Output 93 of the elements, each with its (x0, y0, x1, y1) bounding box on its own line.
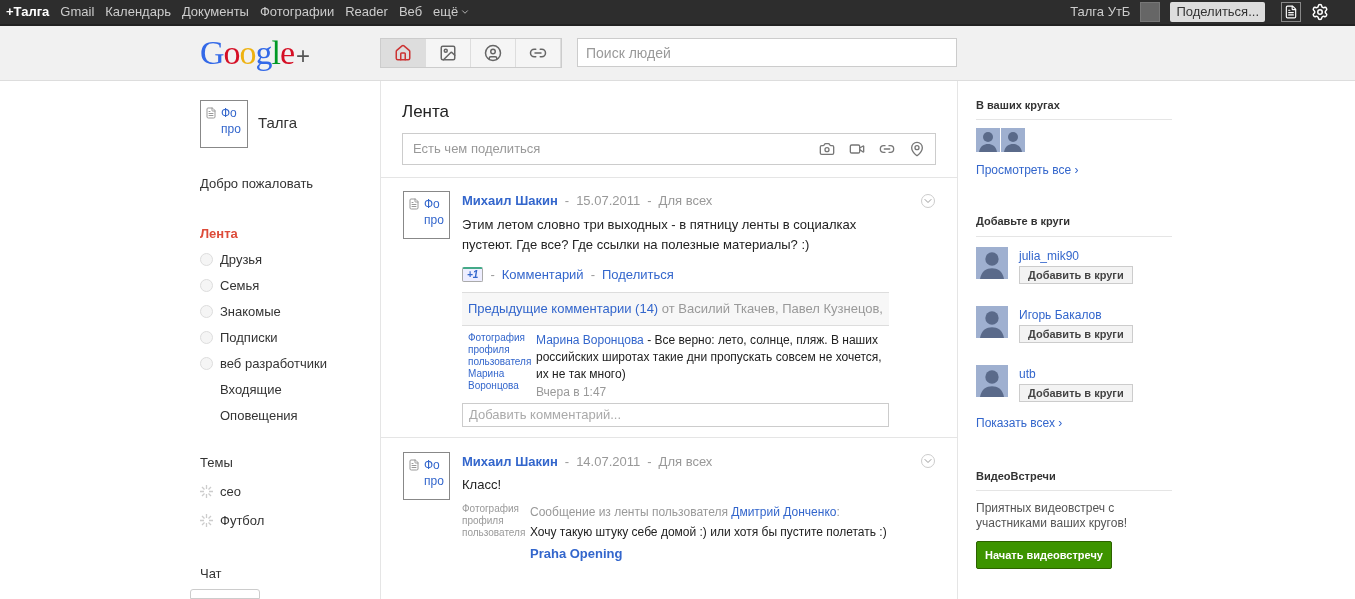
nav-tab[interactable] (381, 38, 426, 67)
camera-icon[interactable] (819, 141, 835, 157)
nav-tab[interactable] (426, 38, 471, 67)
comment-link[interactable]: Комментарий (501, 264, 584, 284)
top-bar-link[interactable]: Календарь (105, 2, 171, 22)
top-bar-link[interactable]: ещё (433, 2, 471, 22)
person-name-link[interactable]: utb (1019, 364, 1133, 383)
welcome-link[interactable]: Добро пожаловать (200, 173, 380, 193)
avatar-alt-text: Фо про (221, 104, 242, 138)
avatar-alt-text: Фо про (424, 196, 445, 229)
add-to-circles-button[interactable]: Добавить в круги (1019, 383, 1133, 402)
comment-field[interactable]: Добавить комментарий... (462, 402, 889, 427)
section-heading: Добавьте в круги (976, 213, 1172, 237)
plus-one-button[interactable]: +1 (462, 266, 484, 282)
show-all-link[interactable]: Показать всех › (976, 413, 1172, 432)
nav-tab[interactable] (471, 38, 516, 67)
avatar-alt-text: Фо про (424, 456, 445, 490)
person-name-link[interactable]: Игорь Бакалов (1019, 305, 1133, 324)
topic-item[interactable]: Футбол (200, 511, 380, 531)
topic-item[interactable]: сео (200, 481, 380, 501)
chat-heading: Чат (200, 564, 223, 583)
profile-icon (484, 43, 502, 62)
person-avatar (976, 128, 1000, 152)
post-visibility: Для всех (658, 452, 713, 471)
photo-icon (439, 43, 457, 62)
comment-avatar-alt: Фотография профиля пользователя Марина Воронцова (468, 331, 530, 393)
hangouts-text: Приятных видеовстреч с участниками ваших кругов! (976, 501, 1129, 531)
location-icon[interactable] (909, 141, 925, 157)
separator: - (647, 192, 652, 210)
share-button[interactable]: Поделиться... (1170, 1, 1265, 22)
stream-item[interactable]: Оповещения (200, 406, 380, 425)
separator: - (490, 265, 495, 284)
broken-image-icon (205, 106, 217, 119)
share-link[interactable]: Поделиться (602, 264, 674, 284)
top-bar-link[interactable]: Документы (181, 2, 249, 22)
reshare-intro: Сообщение из ленты пользователя Дмитрий Донченко: (530, 503, 841, 521)
logo-plus: + (296, 41, 311, 72)
separator: - (647, 452, 652, 471)
view-all-link[interactable]: Просмотреть все › (976, 161, 1172, 179)
home-icon (394, 43, 412, 62)
stream-item[interactable]: Друзья (200, 250, 380, 269)
comment-time: Вчера в 1:47 (536, 383, 608, 401)
top-bar-link[interactable]: Фотографии (259, 2, 335, 22)
start-hangout-button[interactable]: Начать видеовстречу (976, 541, 1112, 569)
section-heading: ВидеоВстречи (976, 467, 1172, 491)
author-link[interactable]: Михаил Шакин (462, 191, 558, 211)
user-name[interactable]: Талга УтБ (1070, 2, 1131, 22)
user-avatar[interactable] (1140, 1, 1161, 22)
top-bar-link[interactable]: Веб (398, 2, 423, 22)
top-bar-link[interactable]: Gmail (60, 2, 95, 22)
search-field[interactable]: Поиск людей (577, 38, 957, 68)
broken-image-icon (408, 198, 420, 210)
add-to-circles-button[interactable]: Добавить в круги (1019, 324, 1133, 343)
section-heading: В ваших кругах (976, 96, 1172, 120)
post-visibility: Для всех (658, 192, 713, 210)
previous-comments[interactable]: Предыдущие комментарии (14) от Василий Ткачев, Павел Кузнецов, (462, 292, 889, 326)
add-to-circles-button[interactable]: Добавить в круги (1019, 265, 1133, 284)
stream-item[interactable]: Лента (200, 224, 380, 243)
settings-icon[interactable] (1311, 2, 1329, 21)
profile-name[interactable]: Талга (258, 112, 298, 135)
separator: - (564, 192, 570, 210)
nav-tab[interactable] (516, 38, 561, 67)
comment-text: Марина Воронцова - Все верно: лето, солнце, пляж. В наших российских широтах такие дни пропускать совсем не хочется, их не так много) (536, 331, 883, 383)
person-avatar (976, 364, 1008, 397)
person-name-link[interactable]: julia_mik90 (1019, 246, 1133, 265)
reshare-text: Хочу такую штуку себе домой :) или хотя бы пустите полетать :) (530, 523, 887, 541)
chat-field[interactable] (190, 589, 260, 599)
spark-icon (200, 484, 213, 498)
top-bar-link[interactable]: +Талга (6, 2, 50, 22)
comment-author-link[interactable]: Марина Воронцова (536, 332, 644, 347)
post-text: Этим летом словно три выходных - в пятницу ленты в социалках пустеют. Где все? Где ссылки на полезные материалы? :) (462, 215, 858, 254)
separator: - (564, 452, 570, 471)
logo[interactable]: Google (200, 27, 295, 79)
share-placeholder: Есть чем поделиться (413, 140, 541, 159)
stream-item[interactable]: Знакомые (200, 302, 380, 321)
feed-title: Лента (402, 101, 450, 121)
top-bar-link[interactable]: Reader (345, 2, 388, 22)
person-avatar (976, 305, 1008, 338)
reshare-avatar-alt: Фотография профиля пользователя (462, 502, 524, 540)
person-avatar (1001, 128, 1025, 152)
broken-image-icon (408, 458, 420, 471)
person-avatar (976, 246, 1008, 279)
spark-icon (200, 514, 213, 528)
stream-item[interactable]: Входящие (200, 380, 380, 399)
post-text: Класс! (462, 476, 502, 494)
topics-heading: Темы (200, 454, 234, 472)
stream-item[interactable]: веб разработчики (200, 354, 380, 373)
reshare-link[interactable]: Praha Opening (530, 543, 887, 563)
video-icon[interactable] (849, 141, 865, 157)
stream-item[interactable]: Подписки (200, 328, 380, 347)
stream-item[interactable]: Семья (200, 276, 380, 295)
separator: - (590, 265, 595, 284)
author-link[interactable]: Михаил Шакин (462, 451, 558, 471)
